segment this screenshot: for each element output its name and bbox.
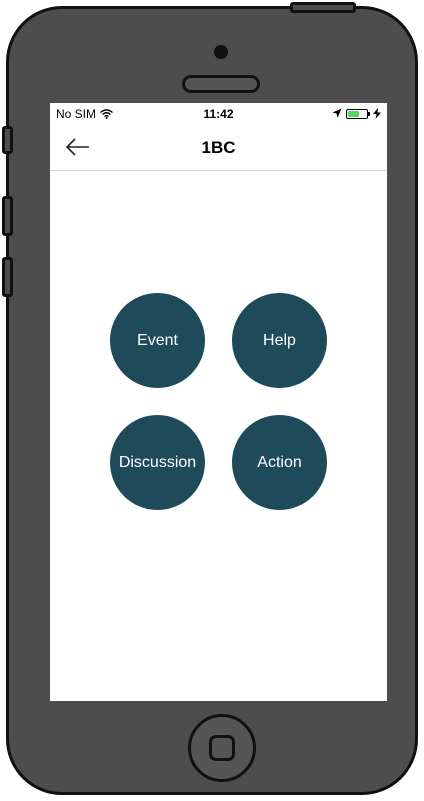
action-button-label: Action xyxy=(257,453,302,471)
event-button[interactable]: Event xyxy=(110,293,205,388)
volume-down-button xyxy=(2,257,13,297)
status-bar: No SIM 11:42 xyxy=(50,103,387,125)
location-arrow-icon xyxy=(332,108,342,118)
charging-bolt-icon xyxy=(373,108,381,119)
power-button xyxy=(290,2,356,13)
home-square-icon xyxy=(209,735,235,761)
home-button[interactable] xyxy=(188,714,256,782)
battery-level-fill xyxy=(348,110,359,117)
earpiece-speaker xyxy=(182,75,260,93)
app-screen: No SIM 11:42 1BC Event Help Discussion A… xyxy=(50,103,387,701)
action-button[interactable]: Action xyxy=(232,415,327,510)
battery-icon xyxy=(346,108,370,119)
battery-tip xyxy=(368,111,370,116)
help-button-label: Help xyxy=(263,331,296,349)
navigation-bar: 1BC xyxy=(50,125,387,171)
discussion-button[interactable]: Discussion xyxy=(110,415,205,510)
front-camera xyxy=(214,45,228,59)
mute-switch xyxy=(2,126,13,154)
help-button[interactable]: Help xyxy=(232,293,327,388)
event-button-label: Event xyxy=(137,331,178,349)
page-title: 1BC xyxy=(201,138,236,157)
volume-up-button xyxy=(2,196,13,236)
status-indicators xyxy=(332,108,382,119)
discussion-button-label: Discussion xyxy=(118,453,197,471)
